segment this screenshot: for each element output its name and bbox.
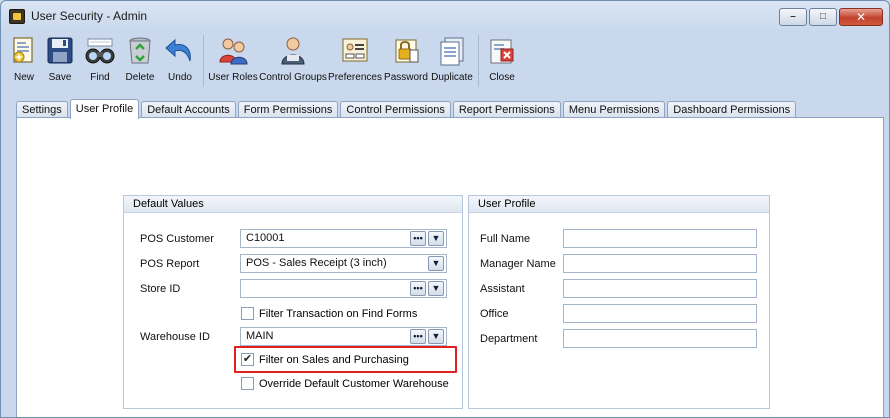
toolbar-separator bbox=[203, 35, 204, 87]
full-name-field[interactable] bbox=[563, 229, 757, 248]
new-button[interactable]: New bbox=[8, 32, 40, 88]
filter-transaction-label: Filter Transaction on Find Forms bbox=[259, 307, 418, 320]
tab-settings[interactable]: Settings bbox=[16, 101, 68, 118]
duplicate-icon bbox=[436, 36, 468, 66]
tab-report-permissions[interactable]: Report Permissions bbox=[452, 101, 561, 118]
department-label: Department bbox=[480, 333, 538, 345]
new-label: New bbox=[13, 72, 34, 83]
tab-control-permissions[interactable]: Control Permissions bbox=[340, 101, 451, 118]
control-groups-button[interactable]: Control Groups bbox=[259, 32, 327, 88]
default-values-group: Default Values POS Customer C10001 ••• ▼… bbox=[123, 195, 463, 409]
filter-sales-label: Filter on Sales and Purchasing bbox=[259, 353, 409, 366]
filter-transaction-row[interactable]: Filter Transaction on Find Forms bbox=[241, 307, 417, 320]
find-label: Find bbox=[90, 72, 110, 83]
assistant-label: Assistant bbox=[480, 283, 525, 295]
save-button[interactable]: Save bbox=[40, 32, 80, 88]
undo-label: Undo bbox=[168, 72, 192, 83]
tab-user-profile[interactable]: User Profile bbox=[69, 99, 140, 119]
tab-menu-permissions[interactable]: Menu Permissions bbox=[562, 101, 666, 118]
pos-report-value: POS - Sales Receipt (3 inch) bbox=[246, 257, 387, 269]
warehouse-id-dropdown-button[interactable]: ▼ bbox=[428, 329, 444, 344]
toolbar: New Save Find Delete Undo User Roles Con… bbox=[8, 32, 884, 90]
pos-customer-label: POS Customer bbox=[140, 233, 214, 245]
user-roles-icon bbox=[217, 36, 249, 66]
new-icon bbox=[8, 36, 40, 66]
control-groups-icon bbox=[277, 36, 309, 66]
tab-content-panel: Default Values POS Customer C10001 ••• ▼… bbox=[16, 117, 884, 417]
title-bar: User Security - Admin – □ ✕ bbox=[1, 1, 889, 31]
user-roles-button[interactable]: User Roles bbox=[207, 32, 259, 88]
office-label: Office bbox=[480, 308, 509, 320]
override-warehouse-label: Override Default Customer Warehouse bbox=[259, 377, 449, 390]
toolbar-separator-2 bbox=[478, 35, 479, 87]
close-door-icon bbox=[486, 36, 518, 66]
close-button[interactable]: Close bbox=[482, 32, 522, 88]
user-profile-header: User Profile bbox=[469, 196, 769, 213]
password-lock-icon bbox=[390, 36, 422, 66]
pos-customer-value: C10001 bbox=[246, 232, 285, 244]
store-id-dropdown-button[interactable]: ▼ bbox=[428, 281, 444, 296]
delete-label: Delete bbox=[125, 72, 155, 83]
maximize-button[interactable]: □ bbox=[809, 8, 837, 26]
tab-bar: Settings User Profile Default Accounts F… bbox=[16, 98, 798, 119]
pos-report-select[interactable]: POS - Sales Receipt (3 inch) ▼ bbox=[240, 254, 447, 273]
store-id-label: Store ID bbox=[140, 283, 181, 295]
filter-sales-row[interactable]: ✔ Filter on Sales and Purchasing bbox=[241, 353, 409, 366]
preferences-icon bbox=[339, 36, 371, 66]
user-roles-label: User Roles bbox=[208, 72, 258, 83]
default-values-header: Default Values bbox=[124, 196, 462, 213]
filter-sales-checkbox[interactable]: ✔ bbox=[241, 353, 254, 366]
window-controls: – □ ✕ bbox=[779, 8, 883, 26]
filter-transaction-checkbox[interactable] bbox=[241, 307, 254, 320]
tab-form-permissions[interactable]: Form Permissions bbox=[237, 101, 339, 118]
app-icon bbox=[9, 9, 25, 24]
window-title: User Security - Admin bbox=[31, 9, 148, 23]
floppy-disk-icon bbox=[44, 36, 76, 66]
pos-customer-field[interactable]: C10001 ••• ▼ bbox=[240, 229, 447, 248]
store-id-browse-button[interactable]: ••• bbox=[410, 281, 426, 296]
user-profile-group: User Profile Full Name Manager Name Assi… bbox=[468, 195, 770, 409]
warehouse-id-browse-button[interactable]: ••• bbox=[410, 329, 426, 344]
override-warehouse-checkbox[interactable] bbox=[241, 377, 254, 390]
store-id-field[interactable]: ••• ▼ bbox=[240, 279, 447, 298]
manager-name-field[interactable] bbox=[563, 254, 757, 273]
close-label: Close bbox=[489, 72, 515, 83]
save-label: Save bbox=[48, 72, 72, 83]
find-button[interactable]: Find bbox=[80, 32, 120, 88]
pos-customer-dropdown-button[interactable]: ▼ bbox=[428, 231, 444, 246]
recycle-bin-icon bbox=[124, 36, 156, 66]
warehouse-id-label: Warehouse ID bbox=[140, 331, 210, 343]
office-field[interactable] bbox=[563, 304, 757, 323]
full-name-label: Full Name bbox=[480, 233, 531, 245]
tab-dashboard-permissions[interactable]: Dashboard Permissions bbox=[667, 101, 797, 118]
delete-button[interactable]: Delete bbox=[120, 32, 160, 88]
department-field[interactable] bbox=[563, 329, 757, 348]
warehouse-id-value: MAIN bbox=[246, 330, 274, 342]
pos-customer-browse-button[interactable]: ••• bbox=[410, 231, 426, 246]
duplicate-label: Duplicate bbox=[431, 72, 473, 83]
binoculars-icon bbox=[84, 36, 116, 66]
override-warehouse-row[interactable]: Override Default Customer Warehouse bbox=[241, 377, 449, 390]
minimize-button[interactable]: – bbox=[779, 8, 807, 26]
assistant-field[interactable] bbox=[563, 279, 757, 298]
pos-report-label: POS Report bbox=[140, 258, 200, 270]
pos-report-dropdown-button[interactable]: ▼ bbox=[428, 256, 444, 271]
tab-default-accounts[interactable]: Default Accounts bbox=[141, 101, 236, 118]
password-button[interactable]: Password bbox=[383, 32, 429, 88]
undo-button[interactable]: Undo bbox=[160, 32, 200, 88]
undo-arrow-icon bbox=[164, 36, 196, 66]
preferences-button[interactable]: Preferences bbox=[327, 32, 383, 88]
manager-name-label: Manager Name bbox=[480, 258, 556, 270]
preferences-label: Preferences bbox=[328, 72, 382, 83]
warehouse-id-field[interactable]: MAIN ••• ▼ bbox=[240, 327, 447, 346]
user-security-window: User Security - Admin – □ ✕ New Save Fin… bbox=[0, 0, 890, 418]
password-label: Password bbox=[384, 72, 428, 83]
duplicate-button[interactable]: Duplicate bbox=[429, 32, 475, 88]
control-groups-label: Control Groups bbox=[259, 72, 327, 83]
close-window-button[interactable]: ✕ bbox=[839, 8, 883, 26]
